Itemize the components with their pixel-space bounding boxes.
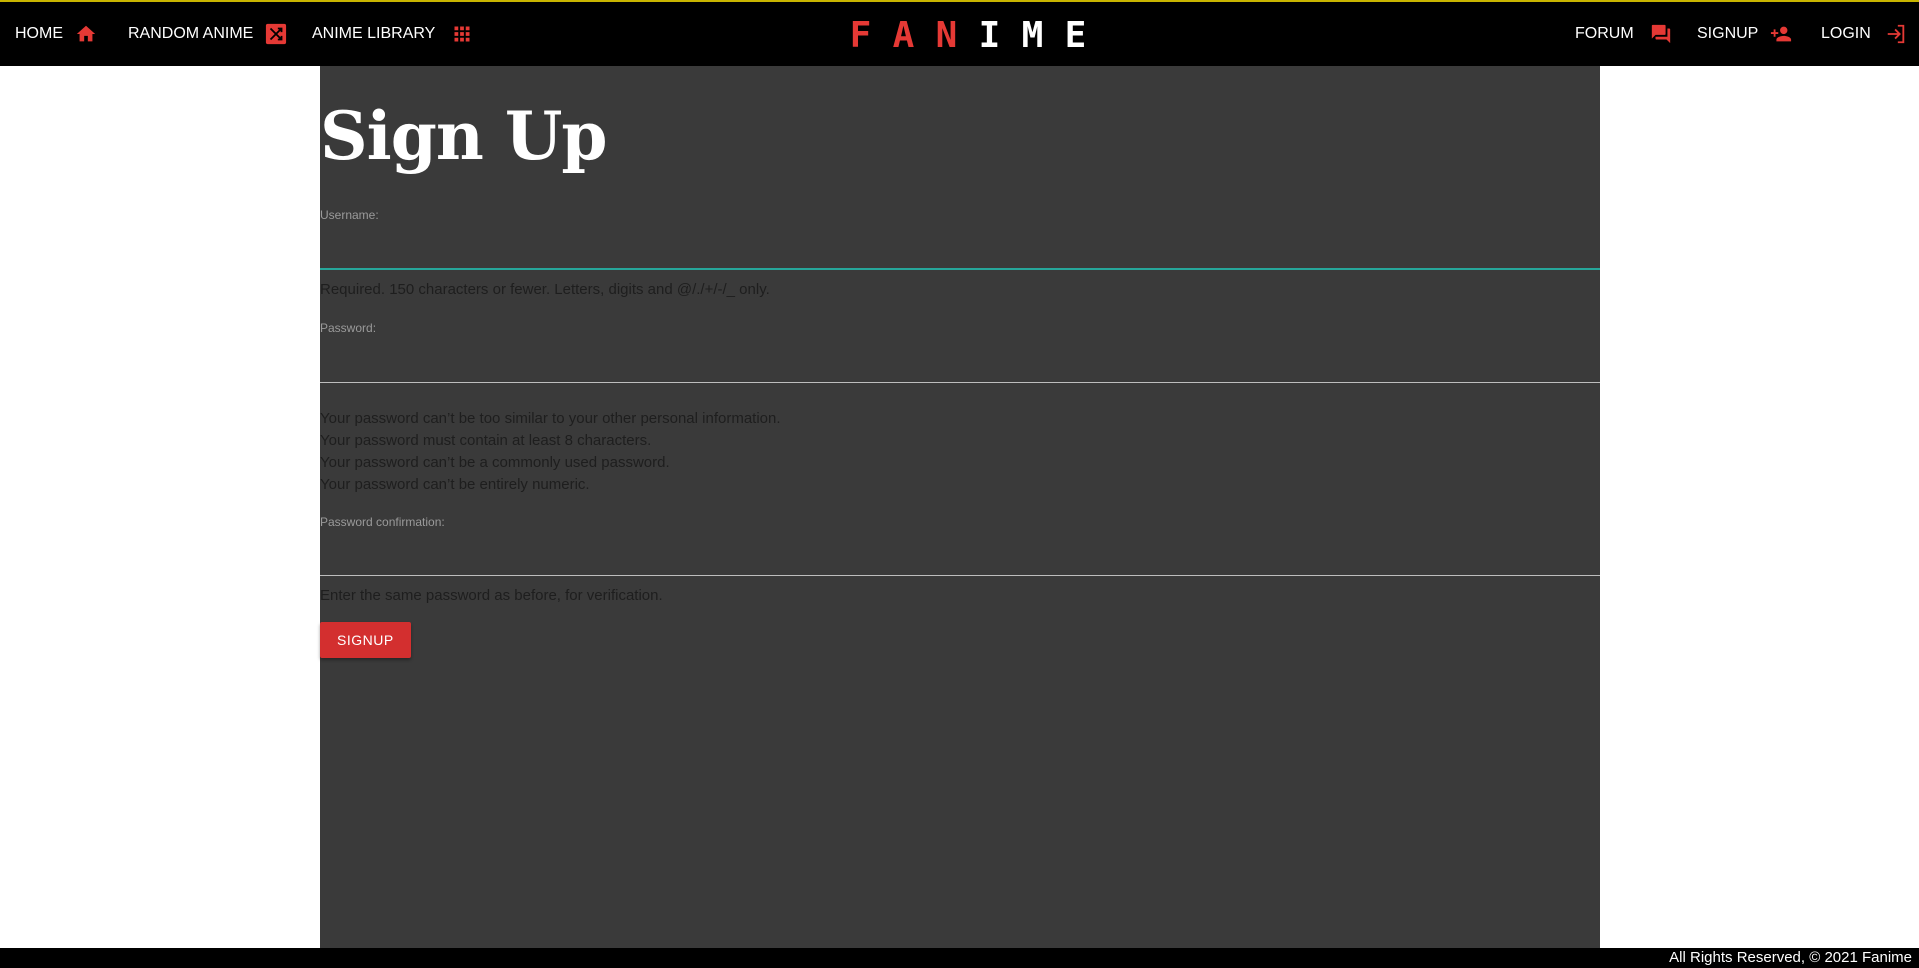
brand-letter: A — [892, 14, 915, 56]
nav-home-label: HOME — [15, 25, 63, 42]
password-underline — [320, 382, 1600, 383]
username-label: Username: — [320, 208, 379, 222]
person-add-icon — [1770, 23, 1792, 45]
password-label: Password: — [320, 321, 377, 335]
signup-submit-button[interactable]: SIGNUP — [320, 622, 411, 658]
username-input[interactable] — [320, 234, 1600, 262]
signup-panel: Sign Up Username: Required. 150 characte… — [320, 66, 1600, 948]
home-icon — [75, 23, 97, 45]
top-navbar: HOME RANDOM ANIME ANIME LIBRARY F A N I … — [0, 0, 1919, 66]
password-help-item: Your password can’t be too similar to yo… — [320, 410, 781, 427]
password-help-item: Your password can’t be entirely numeric. — [320, 476, 590, 493]
nav-signup-link[interactable]: SIGNUP — [1697, 2, 1792, 66]
shuffle-icon — [265, 23, 287, 45]
nav-anime-library-link[interactable]: ANIME LIBRARY — [312, 2, 471, 66]
password-confirmation-underline — [320, 575, 1600, 576]
login-icon — [1885, 23, 1907, 45]
forum-icon — [1650, 23, 1672, 45]
footer: All Rights Reserved, © 2021 Fanime — [0, 948, 1919, 968]
password-confirmation-help-text: Enter the same password as before, for v… — [320, 587, 663, 604]
brand-letter: N — [935, 14, 958, 56]
page-title: Sign Up — [320, 97, 608, 175]
nav-login-label: LOGIN — [1821, 25, 1871, 42]
password-help-list: Your password can’t be too similar to yo… — [320, 408, 781, 496]
nav-random-anime-label: RANDOM ANIME — [128, 25, 254, 42]
brand-logo[interactable]: F A N I M E — [839, 10, 1097, 60]
password-confirmation-label: Password confirmation: — [320, 515, 445, 529]
nav-home-link[interactable]: HOME — [15, 2, 97, 66]
username-underline — [320, 268, 1600, 270]
footer-copyright: All Rights Reserved, © 2021 Fanime — [1669, 949, 1912, 966]
password-input[interactable] — [320, 346, 1600, 374]
brand-letter: M — [1021, 14, 1044, 56]
nav-forum-label: FORUM — [1575, 25, 1634, 42]
username-help-text: Required. 150 characters or fewer. Lette… — [320, 281, 770, 298]
nav-signup-label: SIGNUP — [1697, 25, 1759, 42]
brand-letter: I — [978, 14, 1001, 56]
password-help-item: Your password can’t be a commonly used p… — [320, 454, 670, 471]
nav-random-anime-link[interactable]: RANDOM ANIME — [128, 2, 287, 66]
password-help-item: Your password must contain at least 8 ch… — [320, 432, 652, 449]
nav-login-link[interactable]: LOGIN — [1821, 2, 1907, 66]
brand-letter: F — [849, 14, 872, 56]
password-confirmation-input[interactable] — [320, 540, 1600, 568]
grid-icon — [453, 25, 471, 43]
brand-letter: E — [1064, 14, 1087, 56]
nav-anime-library-label: ANIME LIBRARY — [312, 25, 436, 42]
nav-forum-link[interactable]: FORUM — [1575, 2, 1672, 66]
